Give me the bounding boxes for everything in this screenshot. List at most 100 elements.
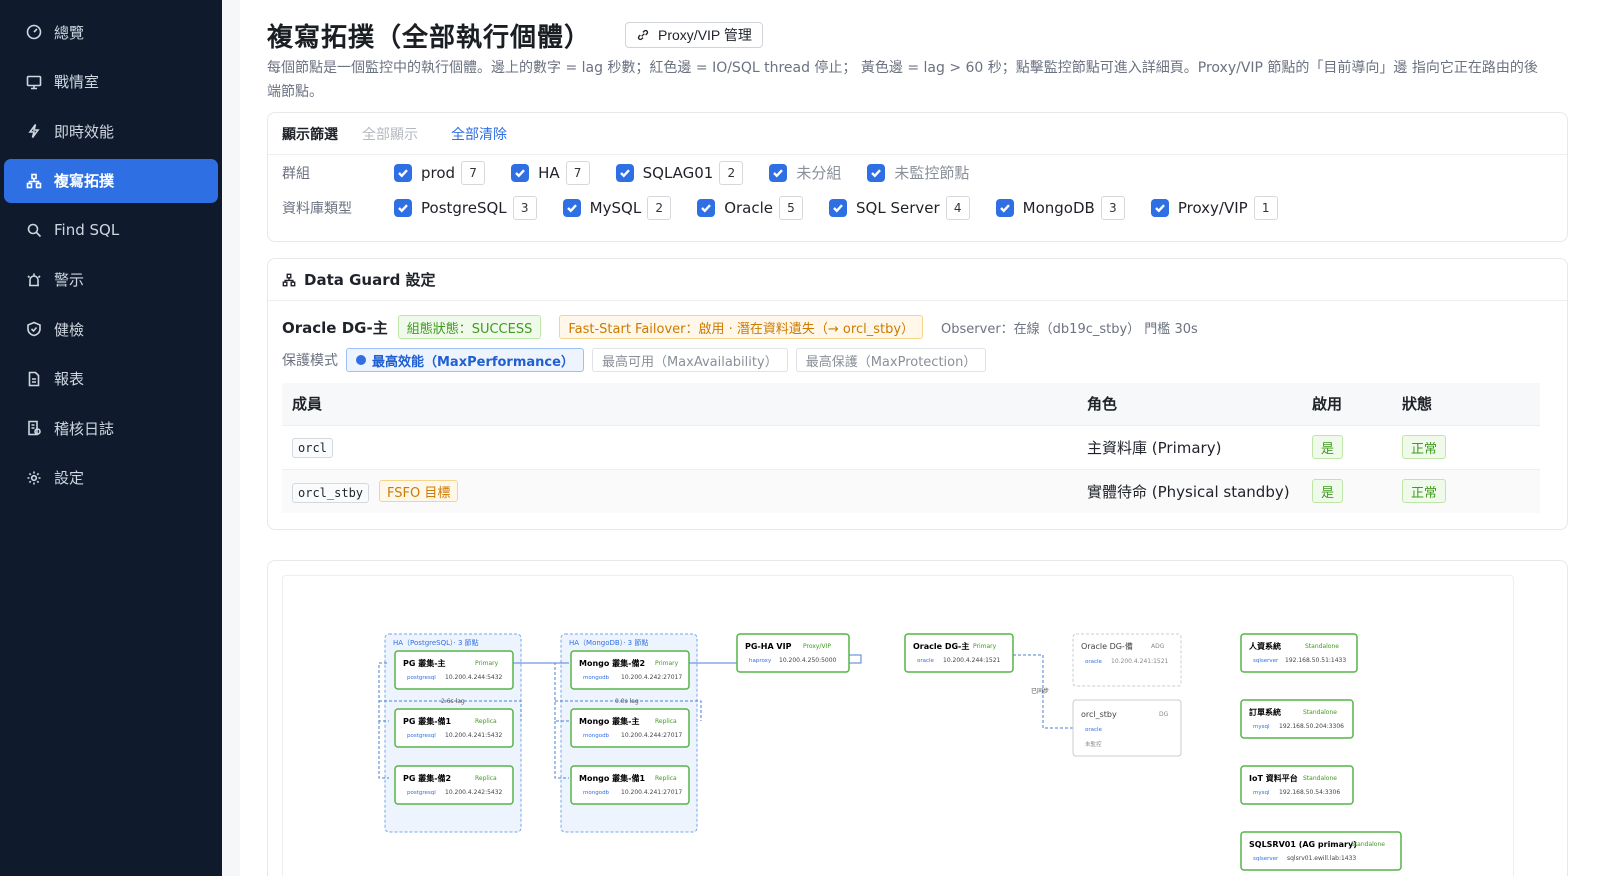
sidebar-item-alerts[interactable]: 警示 xyxy=(4,258,218,302)
protection-mode-label-text: 最高效能（MaxPerformance） xyxy=(372,354,574,370)
node-address: 10.200.4.242:5432 xyxy=(445,789,503,796)
node-type: mongodb xyxy=(583,733,610,739)
sidebar-item-audit-log[interactable]: 稽核日誌 xyxy=(4,406,218,450)
alarm-icon xyxy=(26,272,42,288)
node-role: Replica xyxy=(475,775,497,782)
topology-node-orcl-stby[interactable]: orcl_stby DG oracle 未監控 xyxy=(1072,699,1182,757)
topology-node-mongo-standby-2[interactable]: Mongo 叢集-備2 Primary mongodb 10.200.4.242… xyxy=(570,650,690,690)
node-type: mysql xyxy=(1253,724,1270,730)
topology-node-sqlsrv01[interactable]: SQLSRV01 (AG primary) Standalone sqlserv… xyxy=(1240,831,1402,871)
group-checkbox-prod[interactable]: prod 7 xyxy=(394,160,486,185)
status-badge: 正常 xyxy=(1402,479,1447,504)
node-role: Standalone xyxy=(1303,709,1337,716)
checkbox-checked-icon xyxy=(1150,198,1169,217)
enabled-badge: 是 xyxy=(1312,435,1344,459)
db-type-checkbox-sqlserver[interactable]: SQL Server 4 xyxy=(829,195,970,220)
topology-node-hr-system[interactable]: 人資系統 Standalone sqlserver 192.168.50.51:… xyxy=(1240,633,1358,673)
column-header-enabled: 啟用 xyxy=(1302,383,1392,425)
selected-dot-icon xyxy=(356,355,366,365)
node-name: SQLSRV01 (AG primary) xyxy=(1249,840,1357,849)
db-type-checkbox-postgresql[interactable]: PostgreSQL 3 xyxy=(394,195,537,220)
node-role: Standalone xyxy=(1303,775,1337,782)
topology-node-mongo-standby-1[interactable]: Mongo 叢集-備1 Replica mongodb 10.200.4.241… xyxy=(570,765,690,805)
topology-node-oracle-dg-primary[interactable]: Oracle DG-主 Primary oracle 10.200.4.244:… xyxy=(904,633,1014,673)
node-type: mysql xyxy=(1253,790,1270,796)
group-checkbox-label: SQLAG01 xyxy=(642,163,714,182)
group-checkbox-label: prod xyxy=(421,163,456,182)
group-checkbox-sqlag01[interactable]: SQLAG01 2 xyxy=(615,160,744,185)
node-name: 訂單系統 xyxy=(1249,707,1281,717)
topology-node-pg-primary[interactable]: PG 叢集-主 Primary postgresql 10.200.4.244:… xyxy=(394,650,514,690)
node-role: Proxy/VIP xyxy=(803,643,831,650)
monitor-icon xyxy=(26,74,42,90)
gear-icon xyxy=(26,470,42,486)
topology-node-iot-platform[interactable]: IoT 資料平台 Standalone mysql 192.168.50.54:… xyxy=(1240,765,1354,805)
enabled-badge: 是 xyxy=(1312,479,1344,504)
column-header-role: 角色 xyxy=(1077,383,1302,425)
sidebar-item-war-room[interactable]: 戰情室 xyxy=(4,60,218,104)
show-all-link[interactable]: 全部顯示 xyxy=(362,124,418,144)
db-type-count-badge: 3 xyxy=(512,195,537,220)
db-type-checkbox-oracle[interactable]: Oracle 5 xyxy=(697,195,803,220)
clear-all-link[interactable]: 全部清除 xyxy=(451,124,507,144)
sidebar-item-reports[interactable]: 報表 xyxy=(4,357,218,401)
sidebar-item-label: 健檢 xyxy=(54,320,85,339)
sidebar-item-label: 設定 xyxy=(54,469,85,487)
db-type-checkbox-mysql[interactable]: MySQL 2 xyxy=(562,195,672,220)
sidebar-item-label: 戰情室 xyxy=(54,73,100,91)
fsfo-target-badge: FSFO 目標 xyxy=(379,480,459,503)
checkbox-checked-icon xyxy=(562,198,581,217)
db-type-count-badge: 5 xyxy=(779,195,803,220)
node-role: Replica xyxy=(655,775,677,782)
db-type-checkbox-proxy-vip[interactable]: Proxy/VIP 1 xyxy=(1150,195,1278,220)
protection-mode-max-protection[interactable]: 最高保護（MaxProtection） xyxy=(795,348,987,372)
node-role: ADG xyxy=(1151,643,1165,650)
sidebar-item-topology[interactable]: 複寫拓撲 xyxy=(4,158,218,203)
db-type-checkbox-label: PostgreSQL xyxy=(421,198,507,217)
topology-icon xyxy=(26,173,42,189)
node-address: 192.168.50.204:3306 xyxy=(1279,723,1344,730)
sidebar-item-overview[interactable]: 總覽 xyxy=(4,10,218,54)
checkbox-checked-icon xyxy=(769,163,788,182)
shield-icon xyxy=(26,321,42,337)
checkbox-checked-icon xyxy=(511,163,530,182)
topology-node-order-system[interactable]: 訂單系統 Standalone mysql 192.168.50.204:330… xyxy=(1240,699,1354,739)
checkbox-checked-icon xyxy=(995,198,1014,217)
page-description: 每個節點是一個監控中的執行個體。邊上的數字 = lag 秒數；紅色邊 = IO/… xyxy=(267,60,1538,100)
node-type: oracle xyxy=(1085,659,1103,665)
node-name: PG-HA VIP xyxy=(745,642,792,651)
sidebar-item-label: 複寫拓撲 xyxy=(54,172,115,190)
topology-node-mongo-primary[interactable]: Mongo 叢集-主 Replica mongodb 10.200.4.244:… xyxy=(570,708,690,748)
db-type-checkbox-mongodb[interactable]: MongoDB 3 xyxy=(995,195,1125,220)
topology-node-pg-replica-1[interactable]: PG 叢集-備1 Replica postgresql 10.200.4.241… xyxy=(394,708,514,748)
db-type-count-badge: 4 xyxy=(945,195,970,220)
node-name: PG 叢集-備1 xyxy=(403,716,452,726)
group-checkbox-ha[interactable]: HA 7 xyxy=(511,160,590,185)
protection-mode-max-availability[interactable]: 最高可用（MaxAvailability） xyxy=(591,348,788,372)
node-address: 10.200.4.244:27017 xyxy=(621,732,682,739)
node-address: 10.200.4.241:1521 xyxy=(1111,658,1169,665)
sidebar-item-find-sql[interactable]: Find SQL xyxy=(4,208,218,252)
sidebar-item-health-check[interactable]: 健檢 xyxy=(4,307,218,351)
protection-mode-max-performance[interactable]: 最高效能（MaxPerformance） xyxy=(346,348,584,372)
table-row: orcl 主資料庫 (Primary) 是 正常 xyxy=(282,424,1540,469)
topology-node-oracle-dg-standby[interactable]: Oracle DG-備 ADG oracle 10.200.4.241:1521 xyxy=(1072,633,1182,687)
checkbox-checked-icon xyxy=(394,163,412,182)
topology-card: HA（PostgreSQL）· 3 節點 HA（MongoDB）· 3 節點 2… xyxy=(267,560,1568,876)
topology-node-pg-ha-vip[interactable]: PG-HA VIP Proxy/VIP haproxy 10.200.4.250… xyxy=(736,633,850,673)
page-title: 複寫拓撲（全部執行個體） xyxy=(267,22,592,53)
proxy-vip-manage-button[interactable]: Proxy/VIP 管理 xyxy=(625,22,763,48)
sidebar-item-realtime[interactable]: 即時效能 xyxy=(4,109,218,153)
topology-node-pg-replica-2[interactable]: PG 叢集-備2 Replica postgresql 10.200.4.242… xyxy=(394,765,514,805)
group-count-badge: 7 xyxy=(461,160,486,185)
group-checkbox-unmonitored[interactable]: 未監控節點 xyxy=(867,162,969,183)
group-checkbox-ungrouped[interactable]: 未分組 xyxy=(769,162,841,183)
node-address: 10.200.4.242:27017 xyxy=(621,674,682,681)
checkbox-checked-icon xyxy=(394,198,412,217)
node-type: postgresql xyxy=(407,733,436,739)
dataguard-config-name: Oracle DG-主 xyxy=(282,318,388,337)
sidebar-item-settings[interactable]: 設定 xyxy=(4,456,218,500)
db-type-checkbox-label: SQL Server xyxy=(856,198,940,217)
checkbox-checked-icon xyxy=(615,163,634,182)
node-role: Replica xyxy=(655,718,677,725)
